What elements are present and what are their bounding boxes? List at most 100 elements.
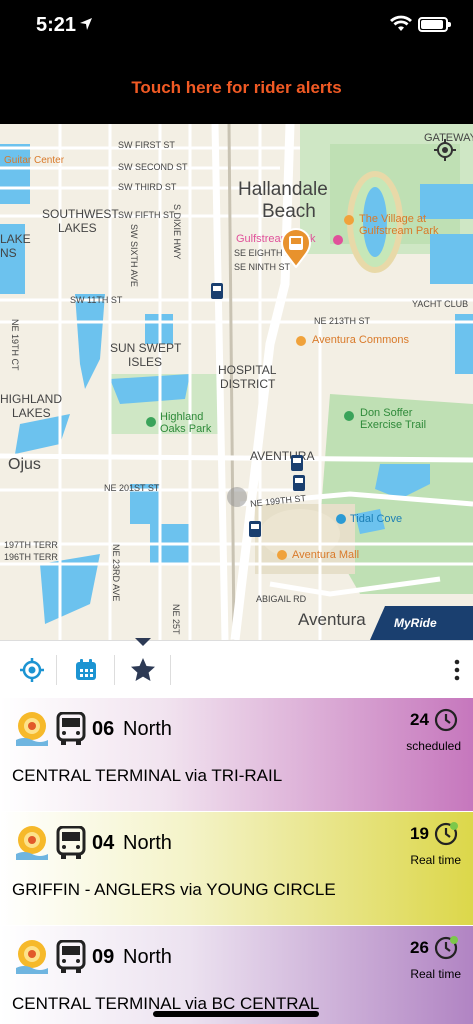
battery-icon bbox=[418, 17, 451, 32]
route-number: 06 bbox=[92, 718, 115, 740]
map-label: LAKES bbox=[58, 221, 97, 235]
map-label: SW FIFTH ST bbox=[118, 210, 175, 220]
wifi-icon bbox=[390, 15, 412, 31]
route-card[interactable]: 06 North CENTRAL TERMINAL via TRI-RAIL 2… bbox=[0, 698, 473, 812]
map-label: NE 25T bbox=[171, 604, 181, 635]
poi-icon bbox=[146, 417, 156, 427]
map-label: NE 19TH CT bbox=[10, 319, 20, 371]
eta-minutes: 19 bbox=[410, 824, 429, 843]
sun-logo-icon bbox=[16, 826, 48, 860]
route-number: 09 bbox=[92, 946, 115, 968]
bus-stop-marker[interactable] bbox=[292, 474, 306, 494]
nearby-button[interactable] bbox=[17, 655, 47, 685]
map-label: Aventura Commons bbox=[312, 334, 410, 346]
map-label: SUN SWEPT bbox=[110, 341, 182, 355]
bus-icon bbox=[56, 940, 86, 973]
poi-icon bbox=[277, 550, 287, 560]
bus-location-pin-icon[interactable] bbox=[280, 228, 312, 268]
user-location-dot bbox=[227, 487, 247, 507]
calendar-icon bbox=[76, 659, 96, 680]
more-options-button[interactable] bbox=[442, 655, 472, 685]
bus-icon bbox=[56, 826, 86, 859]
map-label: SW SIXTH AVE bbox=[129, 224, 139, 287]
map-label: Don Soffer bbox=[360, 407, 413, 419]
map-label: SOUTHWEST bbox=[42, 207, 119, 221]
map-label: Hallandale bbox=[238, 179, 328, 200]
map-label: SW FIRST ST bbox=[118, 140, 175, 150]
bus-stop-marker[interactable] bbox=[210, 282, 224, 302]
map-label: Guitar Center bbox=[4, 155, 65, 166]
route-destination: CENTRAL TERMINAL via TRI-RAIL bbox=[12, 766, 283, 785]
sun-logo-icon bbox=[16, 940, 48, 974]
map-label: SW 11TH ST bbox=[70, 295, 123, 305]
poi-icon bbox=[333, 235, 343, 245]
map-label: HIGHLAND bbox=[0, 392, 63, 406]
status-bar: 5:21 bbox=[0, 0, 473, 52]
eta-status: scheduled bbox=[406, 739, 461, 753]
map-label: Beach bbox=[262, 201, 316, 222]
bottom-toolbar bbox=[0, 640, 473, 698]
realtime-clock-icon bbox=[434, 822, 458, 846]
active-tab-pointer bbox=[135, 638, 151, 646]
map-label: Highland bbox=[160, 411, 204, 423]
map-label: Ojus bbox=[8, 456, 41, 473]
map-label: The Village at bbox=[359, 213, 427, 225]
toolbar-divider bbox=[114, 655, 115, 685]
poi-icon bbox=[296, 336, 306, 346]
poi-icon bbox=[344, 215, 354, 225]
map-label: Gulfstream Park bbox=[359, 225, 439, 237]
toolbar-divider bbox=[170, 655, 171, 685]
map-label: Tidal Cove bbox=[350, 513, 403, 525]
home-indicator[interactable] bbox=[153, 1011, 319, 1017]
map-label: NS bbox=[0, 246, 17, 260]
map-label: NE 213TH ST bbox=[314, 316, 371, 326]
location-arrow-icon bbox=[80, 18, 92, 30]
map-label: Oaks Park bbox=[160, 423, 212, 435]
map-label: NE 201ST ST bbox=[104, 483, 160, 493]
map-label: YACHT CLUB bbox=[412, 299, 469, 309]
poi-icon bbox=[336, 514, 346, 524]
schedule-button[interactable] bbox=[71, 655, 101, 685]
eta-status: Real time bbox=[410, 967, 461, 981]
realtime-clock-icon bbox=[434, 936, 458, 960]
map-label: DISTRICT bbox=[220, 377, 276, 391]
route-number: 04 bbox=[92, 832, 115, 854]
map-label: LAKES bbox=[12, 406, 51, 420]
map-label: AVENTURA bbox=[250, 449, 315, 463]
route-destination: GRIFFIN - ANGLERS via YOUNG CIRCLE bbox=[12, 880, 336, 899]
map-label: HOSPITAL bbox=[218, 363, 277, 377]
myride-logo: MyRide bbox=[394, 616, 437, 630]
bus-stop-marker[interactable] bbox=[248, 520, 262, 540]
map-label: 196TH TERR bbox=[4, 552, 58, 562]
route-direction: North bbox=[123, 832, 172, 854]
more-vertical-icon bbox=[454, 659, 460, 681]
map-label: Aventura Mall bbox=[292, 549, 360, 561]
rider-alerts-text: Touch here for rider alerts bbox=[131, 78, 342, 97]
bus-icon bbox=[56, 712, 86, 745]
rider-alerts-banner[interactable]: Touch here for rider alerts bbox=[0, 52, 473, 124]
map-label: ABIGAIL RD bbox=[256, 594, 307, 604]
route-card[interactable]: 09 North CENTRAL TERMINAL via BC CENTRAL… bbox=[0, 926, 473, 1024]
poi-icon bbox=[344, 411, 354, 421]
map-label: NE 23RD AVE bbox=[111, 544, 121, 602]
map-label: S DIXIE HWY bbox=[172, 204, 182, 260]
map-label: SW THIRD ST bbox=[118, 182, 177, 192]
map-label: ISLES bbox=[128, 355, 163, 369]
recenter-location-icon[interactable] bbox=[433, 138, 457, 162]
sun-logo-icon bbox=[16, 712, 48, 746]
map-label: LAKE bbox=[0, 232, 31, 246]
eta-status: Real time bbox=[410, 853, 461, 867]
bus-stop-marker[interactable] bbox=[290, 454, 304, 474]
clock-icon bbox=[434, 708, 458, 732]
map-label: SW SECOND ST bbox=[118, 162, 188, 172]
map-view[interactable]: Guitar Center SW FIRST ST SW SECOND ST S… bbox=[0, 124, 473, 640]
map-label: 197TH TERR bbox=[4, 540, 58, 550]
eta-minutes: 24 bbox=[410, 710, 429, 729]
route-card[interactable]: 04 North GRIFFIN - ANGLERS via YOUNG CIR… bbox=[0, 812, 473, 926]
toolbar-divider bbox=[56, 655, 57, 685]
status-time: 5:21 bbox=[36, 14, 77, 36]
map-label: Exercise Trail bbox=[360, 419, 427, 431]
crosshair-icon bbox=[20, 658, 44, 682]
eta-minutes: 26 bbox=[410, 938, 429, 957]
favorites-button[interactable] bbox=[128, 655, 158, 685]
